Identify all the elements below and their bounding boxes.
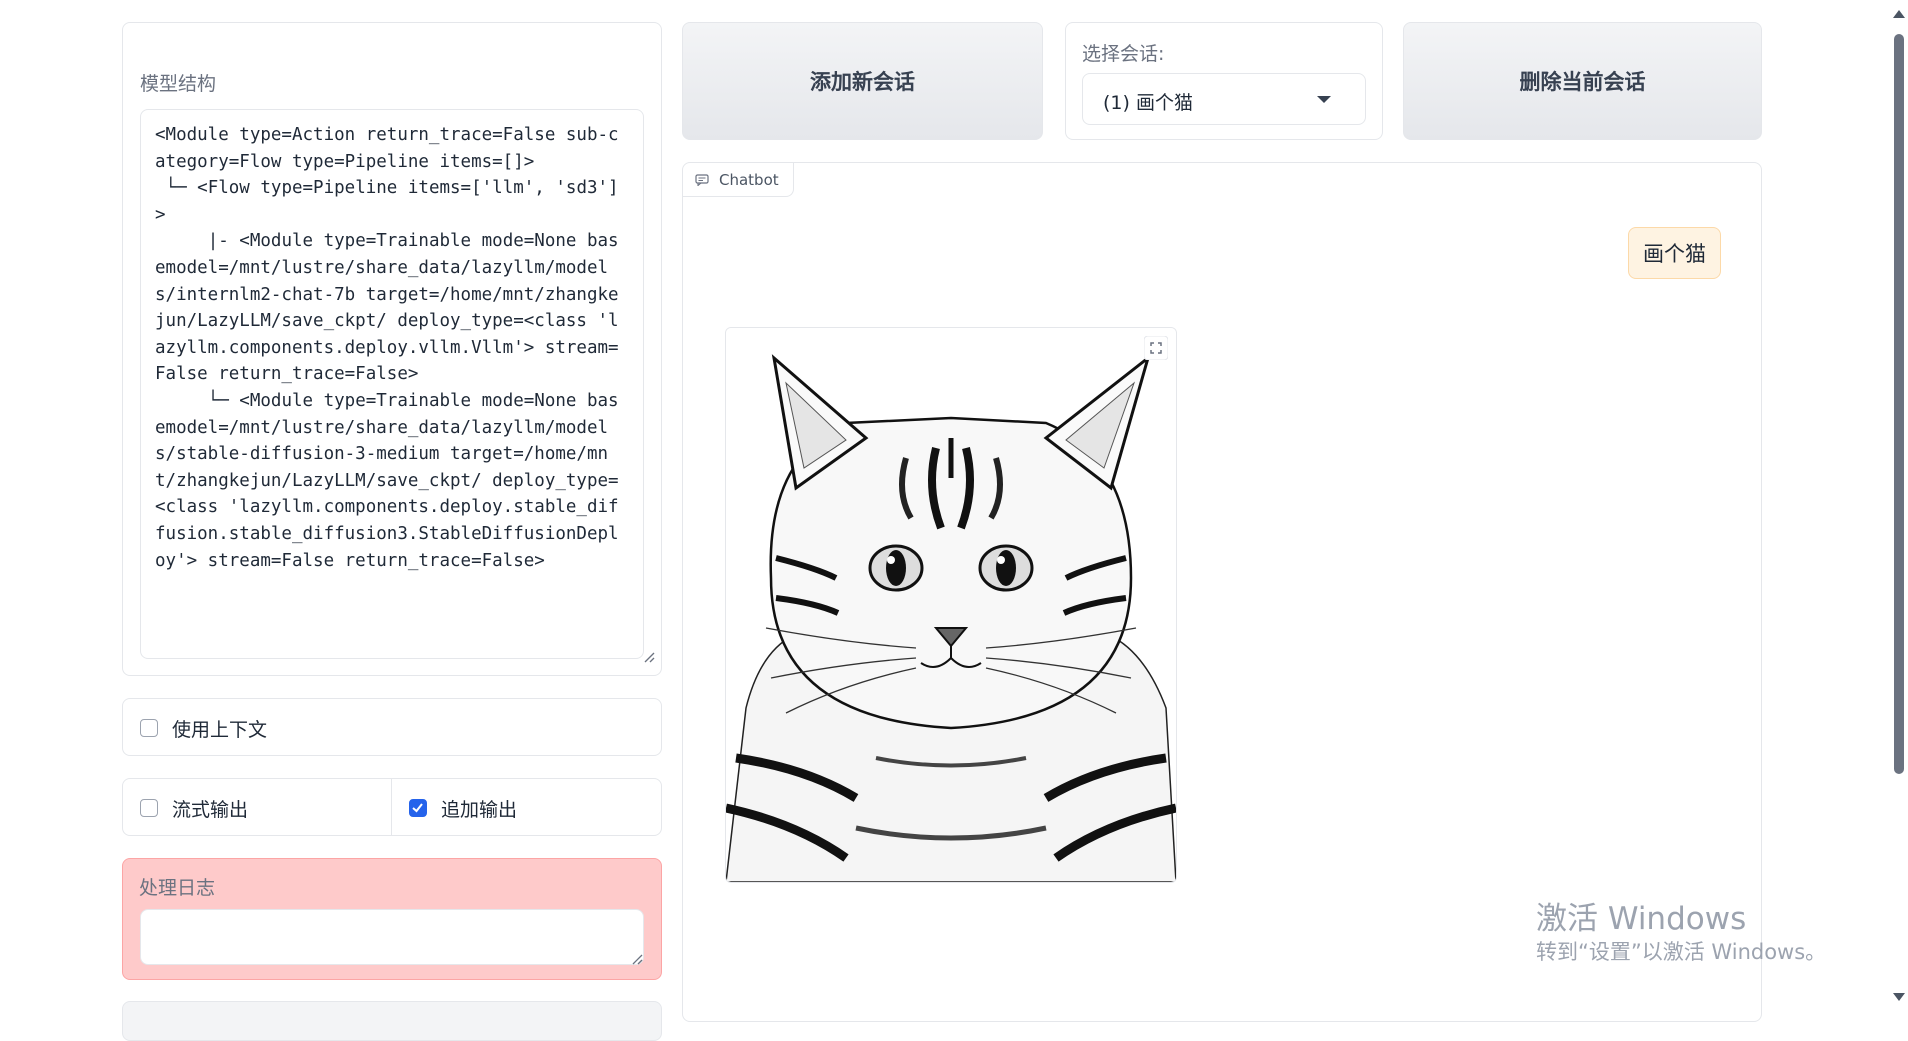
- add-session-button[interactable]: 添加新会话: [682, 22, 1043, 140]
- model-structure-panel: 模型结构 <Module type=Action return_trace=Fa…: [122, 22, 662, 676]
- processing-log-panel: 处理日志: [122, 858, 662, 980]
- output-options-panel: 流式输出 追加输出: [122, 778, 662, 836]
- session-selected-value: (1) 画个猫: [1103, 92, 1193, 114]
- resize-grip-icon[interactable]: [631, 953, 643, 965]
- resize-grip-icon[interactable]: [643, 651, 655, 663]
- next-panel-partial: [122, 1001, 662, 1041]
- stream-output-label: 流式输出: [172, 799, 249, 821]
- processing-log-textarea[interactable]: [140, 909, 644, 965]
- scroll-down-icon[interactable]: [1893, 993, 1905, 1001]
- session-dropdown[interactable]: (1) 画个猫: [1082, 73, 1366, 125]
- model-structure-textarea[interactable]: <Module type=Action return_trace=False s…: [140, 109, 644, 659]
- stream-output-checkbox[interactable]: [140, 799, 158, 817]
- user-message-bubble: 画个猫: [1628, 227, 1721, 279]
- chevron-down-icon: [1317, 96, 1331, 103]
- page-scrollbar[interactable]: [1890, 0, 1908, 1011]
- scroll-up-icon[interactable]: [1893, 10, 1905, 18]
- chatbot-tab-label: Chatbot: [719, 170, 779, 189]
- use-context-label: 使用上下文: [172, 719, 268, 741]
- options-divider: [391, 779, 392, 835]
- checkmark-icon: [412, 803, 423, 813]
- model-structure-label: 模型结构: [140, 73, 217, 95]
- chat-bubble-icon: [695, 173, 709, 186]
- append-output-label: 追加输出: [441, 799, 518, 821]
- activation-watermark-subtitle: 转到“设置”以激活 Windows。: [1536, 940, 1827, 964]
- use-context-checkbox[interactable]: [140, 719, 158, 737]
- fullscreen-icon[interactable]: [1144, 336, 1168, 360]
- scrollbar-thumb[interactable]: [1894, 34, 1904, 774]
- activation-watermark-title: 激活 Windows: [1536, 901, 1747, 937]
- cat-sketch-image: [726, 328, 1176, 882]
- session-select-label: 选择会话:: [1082, 43, 1165, 65]
- session-select-panel: 选择会话: (1) 画个猫: [1065, 22, 1383, 140]
- processing-log-label: 处理日志: [139, 877, 216, 899]
- use-context-panel: 使用上下文: [122, 698, 662, 756]
- generated-image[interactable]: [725, 327, 1177, 883]
- append-output-checkbox[interactable]: [409, 799, 427, 817]
- delete-session-button[interactable]: 删除当前会话: [1403, 22, 1762, 140]
- chatbot-tab: Chatbot: [683, 163, 794, 197]
